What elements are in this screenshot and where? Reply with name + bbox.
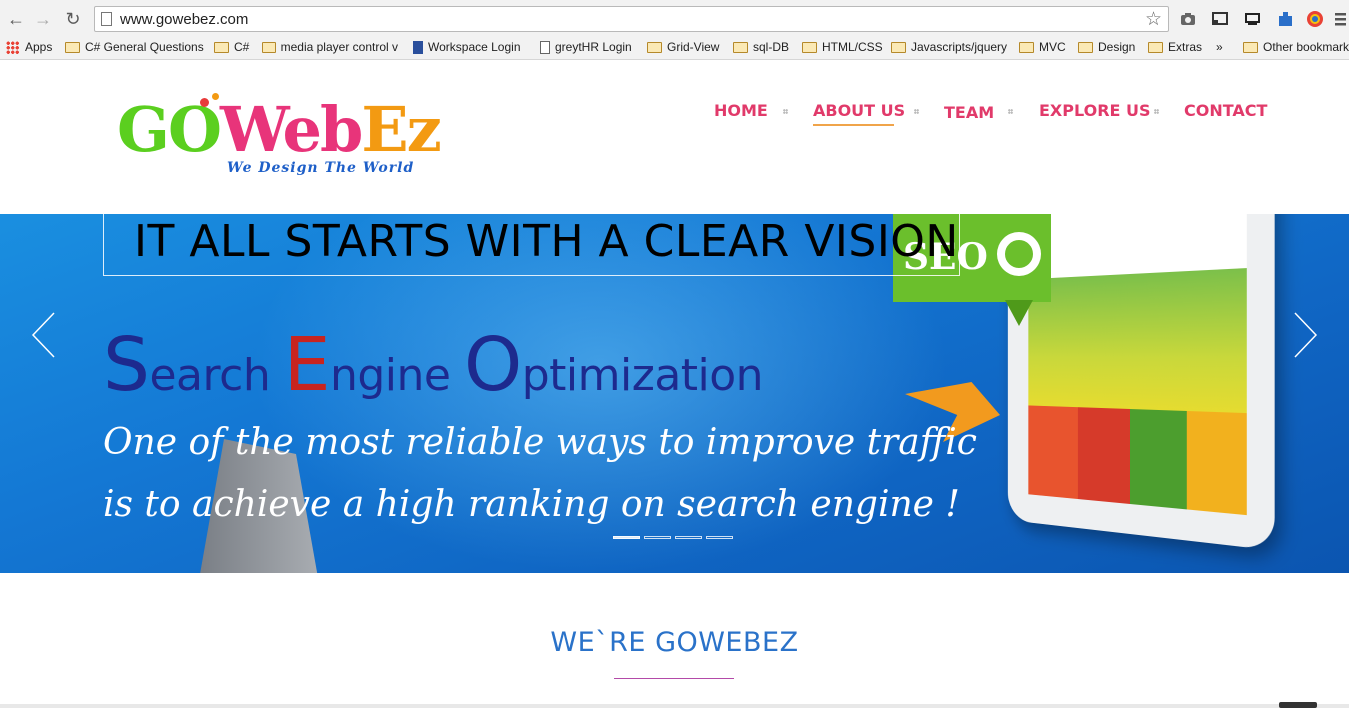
page-icon	[540, 41, 550, 54]
folder-icon	[1243, 42, 1258, 53]
section-title: WE`RE GOWEBEZ	[0, 627, 1349, 658]
next-slide-arrow-icon[interactable]	[1291, 311, 1319, 359]
site-header: GOWebEz We Design The World HOME ABOUT U…	[0, 61, 1349, 214]
bookmark-star-icon[interactable]: ☆	[1145, 8, 1162, 31]
seo-title-word: ngine	[330, 350, 451, 401]
nav-separator	[1154, 109, 1159, 114]
folder-icon	[214, 42, 229, 53]
folder-icon	[65, 42, 80, 53]
nav-separator	[914, 109, 919, 114]
hero-headline: IT ALL STARTS WITH A CLEAR VISION	[134, 216, 959, 267]
menu-icon[interactable]	[1333, 10, 1347, 28]
bookmarks-bar: Apps C# General Questions C# media playe…	[0, 36, 1349, 60]
seo-title: Search Engine Optimization	[103, 322, 763, 408]
nav-about-us[interactable]: ABOUT US	[813, 101, 905, 120]
nav-team[interactable]: TEAM	[944, 103, 994, 122]
url-text[interactable]: www.gowebez.com	[120, 11, 248, 28]
folder-icon	[1019, 42, 1034, 53]
bookmark-link[interactable]: Workspace Login	[413, 40, 521, 54]
folder-icon	[1078, 42, 1093, 53]
nav-separator	[783, 109, 788, 114]
seo-title-word: ptimization	[522, 350, 763, 401]
camera-icon[interactable]	[1179, 10, 1197, 28]
hero-slider: S E O IT ALL STARTS WITH A CLEAR VISION Se…	[0, 214, 1349, 573]
bookmarks-overflow-button[interactable]: »	[1216, 40, 1223, 54]
slide-indicator[interactable]	[706, 536, 733, 539]
section-divider	[614, 678, 734, 679]
reload-icon[interactable]: ↻	[63, 9, 83, 29]
scrollbar-thumb[interactable]	[1279, 702, 1317, 708]
prev-slide-arrow-icon[interactable]	[30, 311, 58, 359]
apps-grid-icon	[6, 41, 19, 54]
folder-icon	[802, 42, 817, 53]
bookmark-folder[interactable]: MVC	[1019, 40, 1066, 54]
address-bar[interactable]: www.gowebez.com ☆	[94, 6, 1169, 32]
logo-dot-icon	[212, 93, 219, 100]
logo-tagline: We Design The World	[227, 160, 414, 176]
bookmark-page[interactable]: greytHR Login	[540, 40, 632, 54]
nav-contact[interactable]: CONTACT	[1184, 101, 1267, 120]
browser-toolbar: ← → ↻ www.gowebez.com ☆	[0, 0, 1349, 36]
bookmark-folder[interactable]: Design	[1078, 40, 1135, 54]
nav-home[interactable]: HOME	[714, 101, 768, 120]
folder-icon	[891, 42, 906, 53]
device-icon[interactable]	[1244, 10, 1262, 28]
back-arrow-icon[interactable]: ←	[6, 9, 26, 29]
bookmark-folder[interactable]: Javascripts/jquery	[891, 40, 1007, 54]
bookmark-apps[interactable]: Apps	[6, 40, 52, 54]
nav-explore-us[interactable]: EXPLORE US	[1039, 101, 1151, 120]
hero-text-line-2: is to achieve a high ranking on search e…	[103, 484, 960, 525]
bookmark-folder[interactable]: C#	[214, 40, 249, 54]
cast-icon[interactable]	[1211, 10, 1229, 28]
slide-indicator[interactable]	[613, 536, 640, 539]
seo-title-letter: S	[103, 322, 149, 408]
chrome-extension-icon[interactable]	[1306, 10, 1324, 28]
hero-text-line-1: One of the most reliable ways to improve…	[103, 422, 977, 463]
logo-dot-icon	[200, 98, 209, 107]
folder-icon	[733, 42, 748, 53]
forward-arrow-icon[interactable]: →	[33, 9, 53, 29]
folder-icon	[262, 42, 276, 53]
slide-indicator[interactable]	[675, 536, 702, 539]
seo-title-word: earch	[149, 350, 270, 401]
active-nav-underline	[813, 124, 894, 126]
workspace-icon	[413, 41, 423, 54]
chart-icon	[997, 232, 1041, 276]
nav-separator	[1008, 109, 1013, 114]
slide-indicator[interactable]	[644, 536, 671, 539]
bookmark-folder[interactable]: Grid-View	[647, 40, 719, 54]
bookmark-folder[interactable]: sql-DB	[733, 40, 789, 54]
bookmark-folder[interactable]: HTML/CSS	[802, 40, 883, 54]
bookmark-folder[interactable]: media player control v	[262, 40, 398, 54]
gowebez-logo[interactable]: GOWebEz We Design The World	[117, 95, 462, 185]
seo-title-letter: E	[284, 322, 330, 408]
horizontal-scrollbar[interactable]	[0, 704, 1349, 708]
page-icon	[101, 12, 112, 26]
folder-icon	[1148, 42, 1163, 53]
folder-icon	[647, 42, 662, 53]
extension-icon[interactable]	[1276, 10, 1294, 28]
seo-badge-tail	[1005, 300, 1033, 326]
seo-title-letter: O	[464, 322, 522, 408]
bookmark-folder[interactable]: Extras	[1148, 40, 1202, 54]
logo-wordmark: GOWebEz	[117, 95, 440, 165]
bookmark-folder[interactable]: C# General Questions	[65, 40, 204, 54]
bookmark-other-folder[interactable]: Other bookmarks	[1243, 40, 1349, 54]
